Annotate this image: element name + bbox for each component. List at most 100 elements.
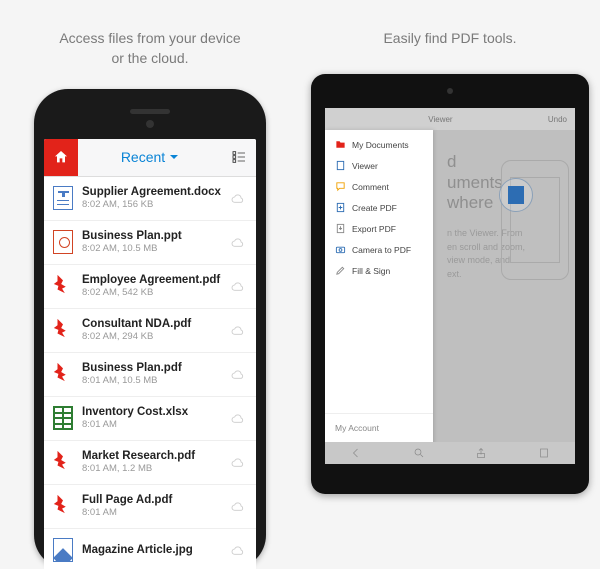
cloud-icon [230,412,246,424]
file-meta: 8:02 AM, 294 KB [82,331,222,342]
file-row[interactable]: Business Plan.ppt8:02 AM, 10.5 MB [44,221,256,265]
file-row[interactable]: Business Plan.pdf8:01 AM, 10.5 MB [44,353,256,397]
cloud-icon [230,456,246,468]
file-row[interactable]: Employee Agreement.pdf8:02 AM, 542 KB [44,265,256,309]
back-icon[interactable] [350,447,362,459]
drawer-item[interactable]: Viewer [325,155,433,176]
file-meta: 8:01 AM [82,507,222,518]
file-text: Market Research.pdf8:01 AM, 1.2 MB [82,450,222,474]
doc-icon [335,160,346,171]
export-icon [335,223,346,234]
cloud-icon [230,236,246,248]
bg-line: where [447,193,493,212]
drawer-item-label: Camera to PDF [352,245,411,255]
folder-icon [335,139,346,150]
file-text: Consultant NDA.pdf8:02 AM, 294 KB [82,318,222,342]
file-meta: 8:01 AM [82,419,222,430]
file-name: Inventory Cost.xlsx [82,406,222,418]
drawer-item[interactable]: Export PDF [325,218,433,239]
background-content: d uments where n the Viewer. From en scr… [433,130,575,442]
file-row[interactable]: Consultant NDA.pdf8:02 AM, 294 KB [44,309,256,353]
caption-line: Access files from your device [59,30,240,46]
file-text: Full Page Ad.pdf8:01 AM [82,494,222,518]
file-type-icon [52,229,74,255]
cloud-icon [230,500,246,512]
file-name: Consultant NDA.pdf [82,318,222,330]
cloud-icon [230,280,246,292]
file-text: Inventory Cost.xlsx8:01 AM [82,406,222,430]
left-panel: Access files from your device or the clo… [0,0,300,510]
drawer-item-label: Comment [352,182,389,192]
file-row[interactable]: Supplier Agreement.docx8:02 AM, 156 KB [44,177,256,221]
drawer-item-label: My Account [335,423,379,433]
drawer-footer-item[interactable]: My Account [325,418,433,438]
file-text: Supplier Agreement.docx8:02 AM, 156 KB [82,186,222,210]
drawer-item[interactable]: Comment [325,176,433,197]
file-name: Market Research.pdf [82,450,222,462]
viewer-title: Viewer [428,115,452,124]
phone-topbar: Recent [44,139,256,177]
file-text: Business Plan.pdf8:01 AM, 10.5 MB [82,362,222,386]
cloud-icon [230,368,246,380]
file-row[interactable]: Inventory Cost.xlsx8:01 AM [44,397,256,441]
file-row[interactable]: Full Page Ad.pdf8:01 AM [44,485,256,529]
home-button[interactable] [44,139,78,177]
file-type-icon [52,405,74,431]
home-icon [53,149,69,165]
file-meta: 8:02 AM, 10.5 MB [82,243,222,254]
file-name: Business Plan.ppt [82,230,222,242]
tablet-header: Viewer Undo [325,108,575,130]
bookmark-icon[interactable] [538,447,550,459]
cloud-icon [230,192,246,204]
file-text: Magazine Article.jpg [82,544,222,557]
drawer-item-label: Viewer [352,161,378,171]
share-icon[interactable] [475,447,487,459]
tablet-toolbar [325,442,575,464]
file-type-icon [52,493,74,519]
drawer-item-label: Export PDF [352,224,396,234]
file-name: Supplier Agreement.docx [82,186,222,198]
left-caption: Access files from your device or the clo… [59,28,240,69]
recent-dropdown[interactable]: Recent [78,149,222,165]
file-meta: 8:01 AM, 1.2 MB [82,463,222,474]
file-type-icon [52,361,74,387]
recent-label: Recent [121,149,165,165]
file-text: Employee Agreement.pdf8:02 AM, 542 KB [82,274,222,298]
file-row[interactable]: Magazine Article.jpg [44,529,256,569]
drawer-item-label: My Documents [352,140,409,150]
cloud-icon [230,544,246,556]
cloud-icon [230,324,246,336]
file-type-icon [52,537,74,563]
caption-line: or the cloud. [111,50,188,66]
right-panel: Easily find PDF tools. Viewer Undo d ume… [300,0,600,510]
camera-icon [335,244,346,255]
chevron-down-icon [169,152,179,162]
file-meta: 8:02 AM, 156 KB [82,199,222,210]
drawer-item[interactable]: Camera to PDF [325,239,433,260]
file-type-icon [52,317,74,343]
phone-frame: Recent Supplier Agreement.docx8:02 AM, 1… [34,89,266,569]
search-icon[interactable] [413,447,425,459]
drawer-item[interactable]: Fill & Sign [325,260,433,281]
drawer-item[interactable]: Create PDF [325,197,433,218]
drawer-item-label: Create PDF [352,203,397,213]
file-meta: 8:01 AM, 10.5 MB [82,375,222,386]
file-type-icon [52,273,74,299]
file-name: Full Page Ad.pdf [82,494,222,506]
phone-screen: Recent Supplier Agreement.docx8:02 AM, 1… [44,139,256,569]
drawer-main: My Documents Viewer Comment Create PDF Expor… [325,130,433,413]
create-icon [335,202,346,213]
file-row[interactable]: Market Research.pdf8:01 AM, 1.2 MB [44,441,256,485]
file-name: Business Plan.pdf [82,362,222,374]
right-caption: Easily find PDF tools. [383,28,516,48]
pen-icon [335,265,346,276]
drawer-item-label: Fill & Sign [352,266,390,276]
tablet-screen: Viewer Undo d uments where n the Viewer.… [325,108,575,464]
list-view-icon [231,149,247,165]
drawer-item[interactable]: My Documents [325,134,433,155]
bg-line: d [447,152,456,171]
view-toggle-button[interactable] [222,149,256,165]
bg-line: ext. [447,269,462,279]
undo-button[interactable]: Undo [548,115,567,124]
file-type-icon [52,185,74,211]
